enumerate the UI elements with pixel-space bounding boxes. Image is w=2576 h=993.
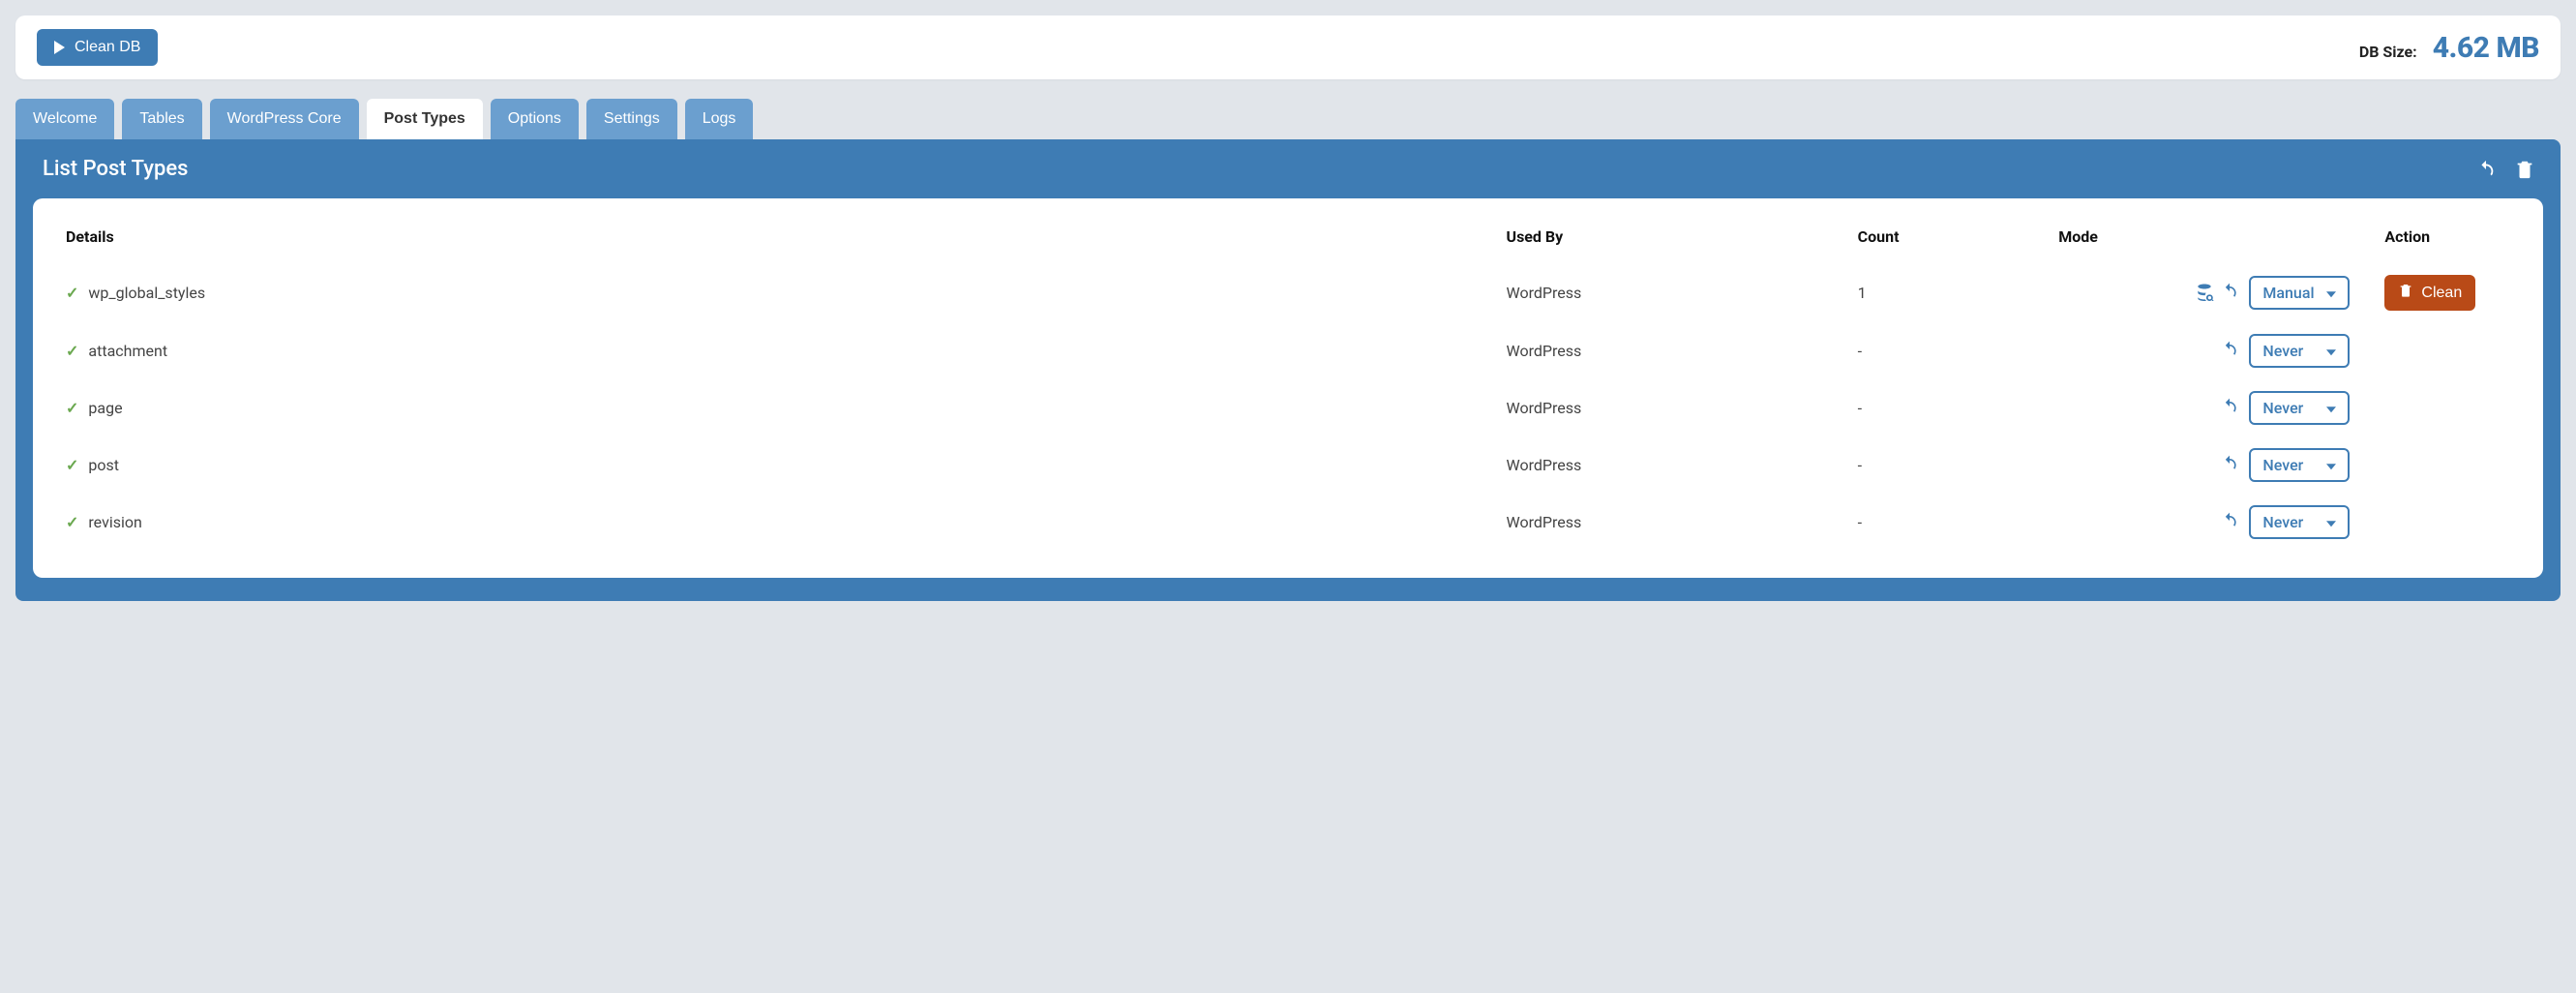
tab-label: Settings xyxy=(604,110,660,127)
mode-select-label: Never xyxy=(2262,513,2303,531)
cell-mode: Never xyxy=(2041,436,2367,494)
cell-count: - xyxy=(1841,322,2042,379)
tab-post-types[interactable]: Post Types xyxy=(367,99,483,139)
tab-label: Tables xyxy=(139,110,184,127)
cell-usedby: WordPress xyxy=(1489,494,1841,551)
table-header-row: Details Used By Count Mode Action xyxy=(33,210,2543,263)
check-icon: ✓ xyxy=(66,342,78,360)
clean-row-label: Clean xyxy=(2421,285,2462,302)
panel-refresh-icon[interactable] xyxy=(2475,159,2497,180)
cell-mode: Never xyxy=(2041,322,2367,379)
tabs: Welcome Tables WordPress Core Post Types Opt… xyxy=(15,99,2561,139)
cell-action xyxy=(2367,379,2543,436)
table-row: ✓ page WordPress- Never xyxy=(33,379,2543,436)
cell-action xyxy=(2367,494,2543,551)
panel-actions xyxy=(2475,159,2535,180)
db-size: DB Size: 4.62 MB xyxy=(2359,31,2539,65)
row-name: attachment xyxy=(88,342,167,360)
tab-label: Logs xyxy=(703,110,736,127)
db-size-value: 4.62 MB xyxy=(2433,31,2539,65)
table-row: ✓ post WordPress- Never xyxy=(33,436,2543,494)
tab-label: Options xyxy=(508,110,561,127)
col-header-count: Count xyxy=(1841,210,2042,263)
check-icon: ✓ xyxy=(66,513,78,531)
row-name: wp_global_styles xyxy=(88,284,205,302)
check-icon: ✓ xyxy=(66,284,78,302)
refresh-icon[interactable] xyxy=(2220,282,2239,305)
tab-logs[interactable]: Logs xyxy=(685,99,754,139)
inspect-icon[interactable] xyxy=(2195,282,2214,305)
cell-details: ✓ page xyxy=(33,379,1489,436)
check-icon: ✓ xyxy=(66,456,78,474)
tab-label: WordPress Core xyxy=(227,110,342,127)
cell-mode: Never xyxy=(2041,494,2367,551)
cell-count: 1 xyxy=(1841,263,2042,322)
col-header-usedby: Used By xyxy=(1489,210,1841,263)
panel-trash-icon[interactable] xyxy=(2514,159,2535,180)
tab-settings[interactable]: Settings xyxy=(586,99,677,139)
row-name: revision xyxy=(88,513,141,531)
cell-mode: Never xyxy=(2041,379,2367,436)
row-name: post xyxy=(88,456,119,474)
refresh-icon[interactable] xyxy=(2220,454,2239,477)
db-size-label: DB Size: xyxy=(2359,43,2417,61)
col-header-action: Action xyxy=(2367,210,2543,263)
table-row: ✓ revision WordPress- Never xyxy=(33,494,2543,551)
cell-usedby: WordPress xyxy=(1489,436,1841,494)
cell-details: ✓ attachment xyxy=(33,322,1489,379)
cell-count: - xyxy=(1841,494,2042,551)
cell-details: ✓ post xyxy=(33,436,1489,494)
cell-usedby: WordPress xyxy=(1489,263,1841,322)
post-types-table: Details Used By Count Mode Action ✓ wp_gl… xyxy=(33,210,2543,551)
table-card: Details Used By Count Mode Action ✓ wp_gl… xyxy=(33,198,2543,578)
table-row: ✓ wp_global_styles WordPress1 Manual Clean xyxy=(33,263,2543,322)
panel-title: List Post Types xyxy=(43,157,188,181)
cell-action: Clean xyxy=(2367,263,2543,322)
tab-welcome[interactable]: Welcome xyxy=(15,99,114,139)
row-name: page xyxy=(88,399,122,417)
mode-select-label: Manual xyxy=(2262,284,2314,302)
mode-select[interactable]: Manual xyxy=(2249,276,2350,310)
col-header-details: Details xyxy=(33,210,1489,263)
cell-count: - xyxy=(1841,436,2042,494)
cell-action xyxy=(2367,436,2543,494)
refresh-icon[interactable] xyxy=(2220,340,2239,363)
mode-select-label: Never xyxy=(2262,456,2303,474)
check-icon: ✓ xyxy=(66,399,78,417)
cell-usedby: WordPress xyxy=(1489,379,1841,436)
col-header-mode: Mode xyxy=(2041,210,2367,263)
mode-select[interactable]: Never xyxy=(2249,334,2350,368)
mode-select[interactable]: Never xyxy=(2249,505,2350,539)
table-row: ✓ attachment WordPress- Never xyxy=(33,322,2543,379)
mode-select-label: Never xyxy=(2262,342,2303,360)
cell-action xyxy=(2367,322,2543,379)
panel: List Post Types Details Used By Count Mo… xyxy=(15,139,2561,601)
tab-wordpress-core[interactable]: WordPress Core xyxy=(210,99,359,139)
cell-details: ✓ wp_global_styles xyxy=(33,263,1489,322)
tab-options[interactable]: Options xyxy=(491,99,579,139)
clean-db-button[interactable]: Clean DB xyxy=(37,29,158,66)
cell-count: - xyxy=(1841,379,2042,436)
trash-icon xyxy=(2398,283,2413,303)
play-icon xyxy=(54,41,65,54)
panel-header: List Post Types xyxy=(15,139,2561,198)
cell-usedby: WordPress xyxy=(1489,322,1841,379)
cell-mode: Manual xyxy=(2041,263,2367,322)
tab-label: Post Types xyxy=(384,110,465,127)
refresh-icon[interactable] xyxy=(2220,397,2239,420)
clean-row-button[interactable]: Clean xyxy=(2384,275,2475,311)
mode-select[interactable]: Never xyxy=(2249,391,2350,425)
tab-tables[interactable]: Tables xyxy=(122,99,201,139)
refresh-icon[interactable] xyxy=(2220,511,2239,534)
mode-select-label: Never xyxy=(2262,399,2303,417)
mode-select[interactable]: Never xyxy=(2249,448,2350,482)
clean-db-label: Clean DB xyxy=(75,39,140,56)
topbar: Clean DB DB Size: 4.62 MB xyxy=(15,15,2561,79)
cell-details: ✓ revision xyxy=(33,494,1489,551)
tab-label: Welcome xyxy=(33,110,97,127)
